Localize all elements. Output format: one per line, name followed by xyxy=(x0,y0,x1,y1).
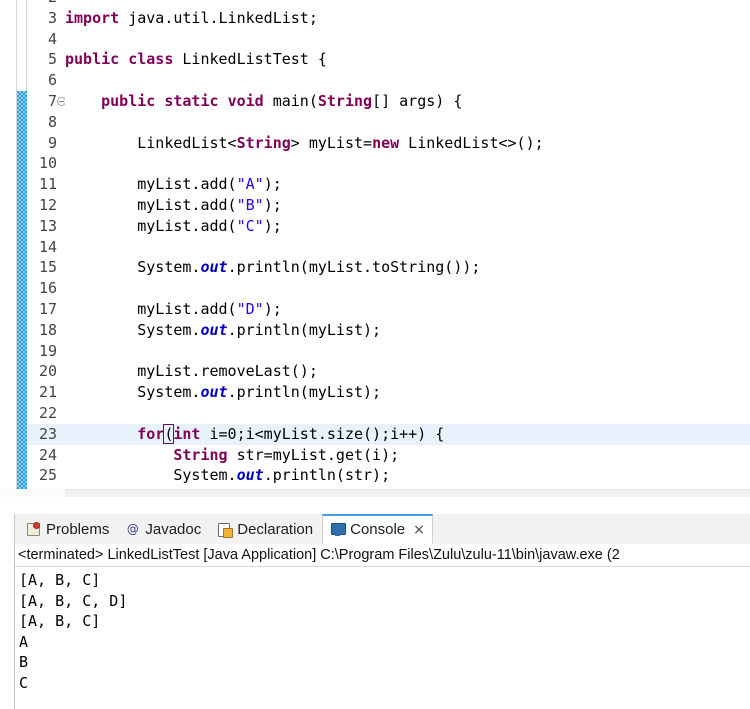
java-editor[interactable]: 2345678910111213141516171819202122232425… xyxy=(0,0,750,497)
code-line: import java.util.LinkedList; xyxy=(65,8,318,27)
code-line: public static void main(String[] args) { xyxy=(101,92,463,110)
console-output[interactable]: [A, B, C] [A, B, C, D] [A, B, C] A B C xyxy=(15,567,750,709)
line-number: 16 xyxy=(38,279,57,298)
eclipse-ide-window: 2345678910111213141516171819202122232425… xyxy=(0,0,750,709)
line-number: 9 xyxy=(47,133,57,152)
problems-icon xyxy=(26,521,41,537)
line-number: 19 xyxy=(38,341,57,360)
line-number: 18 xyxy=(38,320,57,339)
tab-javadoc[interactable]: @ Javadoc xyxy=(118,514,208,544)
line-number: 8 xyxy=(47,112,57,131)
code-line: System.out.println(myList.toString()); xyxy=(65,258,481,277)
line-number: 20 xyxy=(38,362,57,381)
console-icon xyxy=(330,522,347,537)
view-tab-bar[interactable]: Problems @ Javadoc Declaration Console × xyxy=(15,514,750,545)
console-output-line: C xyxy=(19,673,29,692)
line-number: 7 xyxy=(47,92,57,110)
line-number: 2 xyxy=(23,0,57,8)
tab-label: Declaration xyxy=(237,520,314,538)
line-number: 10 xyxy=(38,154,57,173)
console-output-line: [A, B, C] xyxy=(19,571,101,589)
code-content[interactable]: import java.util.LinkedList; public class… xyxy=(65,0,750,489)
javadoc-icon: @ xyxy=(126,521,139,536)
tab-label: Problems xyxy=(46,520,110,538)
console-output-line: [A, B, C] xyxy=(19,612,101,630)
tab-label: Javadoc xyxy=(145,520,202,538)
line-number: 4 xyxy=(47,29,57,48)
scroll-left-arrow-icon[interactable]: ‹ xyxy=(65,490,85,498)
code-line: for(int i=0;i<myList.size();i++) { xyxy=(137,423,445,444)
code-line: myList.add("D"); xyxy=(65,300,282,318)
line-number: 21 xyxy=(38,383,57,402)
code-line: String str=myList.get(i); xyxy=(173,445,400,464)
code-line: myList.add("B"); xyxy=(65,196,282,214)
console-output-line: [A, B, C, D] xyxy=(19,591,128,610)
console-output-line: A xyxy=(19,632,29,651)
line-number: 3 xyxy=(47,8,57,27)
line-number: 24 xyxy=(38,445,57,464)
code-line: LinkedList<String> myList=new LinkedList… xyxy=(65,133,544,152)
panel-left-gap xyxy=(0,514,14,709)
bottom-panel: Problems @ Javadoc Declaration Console × <ter… xyxy=(0,514,750,709)
line-number: 5 xyxy=(47,50,57,69)
line-number: 14 xyxy=(38,237,57,256)
line-number-gutter[interactable]: 2345678910111213141516171819202122232425 xyxy=(27,0,66,489)
launch-config-text: <terminated> LinkedListTest [Java Applic… xyxy=(18,547,620,563)
line-number: 13 xyxy=(38,216,57,235)
line-number: 23 xyxy=(38,424,57,443)
line-number: 12 xyxy=(38,196,57,214)
editor-left-edge xyxy=(0,0,16,489)
code-line: System.out.println(myList); xyxy=(65,320,382,339)
console-launch-config-line: <terminated> LinkedListTest [Java Applic… xyxy=(15,544,750,567)
code-line: public class LinkedListTest { xyxy=(65,50,327,69)
line-number: 17 xyxy=(38,300,57,318)
console-output-line: B xyxy=(19,653,29,671)
line-number: 22 xyxy=(38,404,57,422)
declaration-icon xyxy=(217,522,234,538)
tab-console[interactable]: Console × xyxy=(322,514,433,544)
line-number: 15 xyxy=(38,258,57,277)
code-line: System.out.println(myList); xyxy=(65,383,382,402)
code-line: System.out.println(str); xyxy=(65,466,391,485)
panel-body: Problems @ Javadoc Declaration Console × <ter… xyxy=(14,514,750,709)
line-number: 11 xyxy=(38,175,57,194)
scrollbar-gutter-pad xyxy=(0,489,65,497)
tab-problems[interactable]: Problems xyxy=(19,514,116,544)
code-line: myList.removeLast(); xyxy=(65,362,318,381)
code-line: myList.add("C"); xyxy=(65,216,282,235)
close-icon[interactable]: × xyxy=(413,522,425,538)
line-number: 25 xyxy=(38,466,57,485)
tab-label: Console xyxy=(350,521,406,538)
code-line: myList.add("A"); xyxy=(65,175,282,194)
tab-declaration[interactable]: Declaration xyxy=(210,514,320,544)
editor-horizontal-scrollbar[interactable]: ‹ xyxy=(65,489,750,497)
line-number: 6 xyxy=(47,71,57,90)
